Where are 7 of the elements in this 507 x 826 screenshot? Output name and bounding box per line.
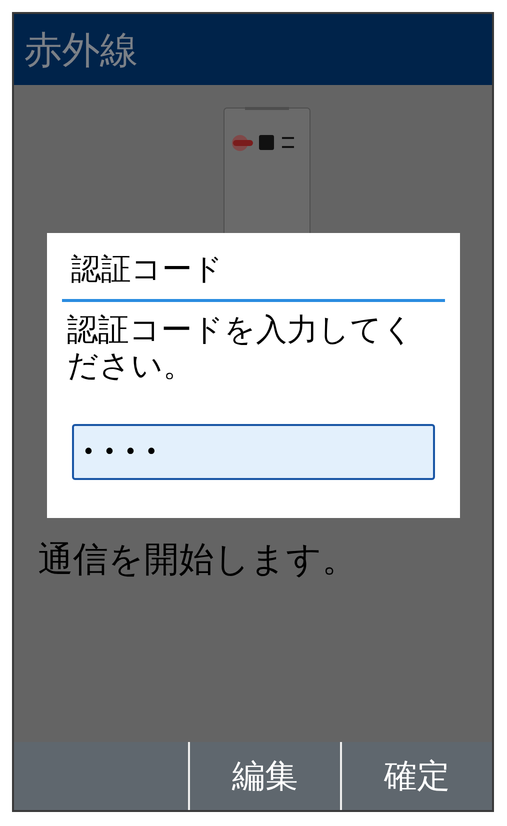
- dialog-message: 認証コードを入力してください。: [67, 312, 415, 384]
- softkey[interactable]: 編集: [188, 742, 340, 810]
- dialog-title: 認証コード: [71, 255, 223, 285]
- code-input-field[interactable]: ••••: [72, 424, 435, 480]
- screen-title: 赤外線: [24, 30, 138, 68]
- softkey[interactable]: 確定: [340, 742, 492, 810]
- body-text: 通信を開始します。: [38, 539, 357, 582]
